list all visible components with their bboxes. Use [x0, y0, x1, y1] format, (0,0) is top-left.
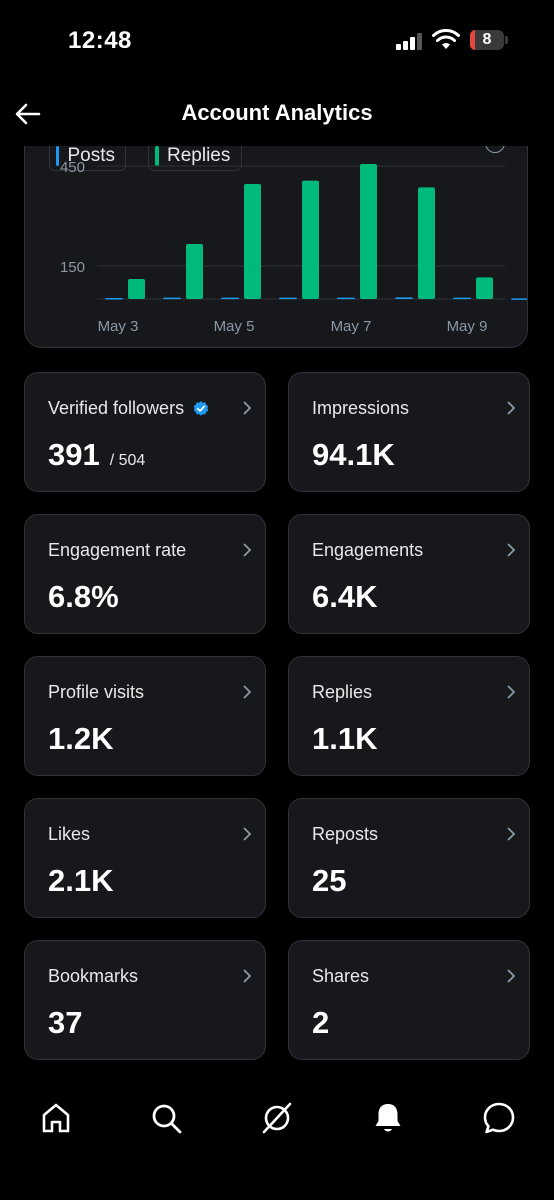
chevron-right-icon: [507, 827, 516, 841]
bar-replies: [186, 244, 203, 299]
bar-replies: [302, 180, 319, 299]
chevron-right-icon: [507, 543, 516, 557]
stat-card-profile-visits[interactable]: Profile visits 1.2K: [24, 656, 266, 776]
battery-level: 8: [482, 31, 492, 48]
stat-value: 94.1K: [312, 437, 395, 472]
stat-card-engagements[interactable]: Engagements 6.4K: [288, 514, 530, 634]
stat-total: / 504: [109, 452, 146, 469]
bar-replies: [244, 184, 261, 299]
status-time: 12:48: [68, 27, 132, 54]
stat-card-impressions[interactable]: Impressions 94.1K: [288, 372, 530, 492]
stat-card-shares[interactable]: Shares 2: [288, 940, 530, 1060]
top-bar: Account Analytics: [0, 80, 554, 146]
x-tick-label: May 9: [447, 318, 488, 335]
bar-posts: [221, 297, 239, 300]
chevron-right-icon: [243, 827, 252, 841]
x-tick-label: May 3: [98, 318, 139, 335]
bar-posts: [163, 297, 181, 300]
stat-card-reposts[interactable]: Reposts 25: [288, 798, 530, 918]
stat-card-bookmarks[interactable]: Bookmarks 37: [24, 940, 266, 1060]
stat-label: Profile visits: [48, 682, 145, 702]
bar-posts: [511, 298, 527, 300]
y-tick-label: 150: [60, 259, 85, 276]
stat-card-likes[interactable]: Likes 2.1K: [24, 798, 266, 918]
bar-posts: [395, 297, 413, 299]
y-tick-label: 450: [60, 159, 85, 176]
stat-value: 6.8%: [48, 579, 119, 614]
stat-label: Likes: [48, 824, 91, 844]
stat-label: Verified followers: [48, 398, 185, 418]
page-title: Account Analytics: [181, 100, 373, 125]
bar-replies: [418, 187, 435, 299]
bottom-nav: [0, 1075, 554, 1200]
stat-value: 391: [48, 437, 100, 472]
grok-icon[interactable]: [259, 1100, 295, 1136]
stat-label: Bookmarks: [48, 966, 139, 986]
stat-value: 2.1K: [48, 863, 114, 898]
chevron-right-icon: [243, 543, 252, 557]
search-icon[interactable]: [148, 1100, 184, 1136]
x-tick-label: May 5: [214, 318, 255, 335]
stat-label: Shares: [312, 966, 370, 986]
stat-card-engagement-rate[interactable]: Engagement rate 6.8%: [24, 514, 266, 634]
notifications-icon[interactable]: [370, 1100, 406, 1136]
x-tick-label: May 7: [331, 318, 372, 335]
stat-value: 6.4K: [312, 579, 378, 614]
stat-value: 37: [48, 1005, 83, 1040]
bar-chart: 450 150 May 3 May 5 May 7 May 9: [60, 159, 527, 335]
chevron-right-icon: [243, 969, 252, 983]
bar-posts: [105, 298, 123, 300]
chevron-right-icon: [507, 401, 516, 415]
stat-value: 2: [312, 1005, 330, 1040]
chevron-right-icon: [507, 685, 516, 699]
bar-replies: [476, 277, 493, 299]
bar-replies: [360, 164, 377, 299]
stat-card-replies[interactable]: Replies 1.1K: [288, 656, 530, 776]
wifi-icon: [432, 29, 460, 49]
cellular-signal-icon: [396, 32, 426, 50]
stat-label-row: Verified followers: [48, 398, 210, 419]
home-icon[interactable]: [38, 1100, 74, 1136]
stat-value-row: 391 / 504: [48, 437, 145, 473]
bar-posts: [337, 297, 355, 300]
stat-label: Engagements: [312, 540, 424, 560]
bar-posts: [279, 297, 297, 300]
stat-card-verified-followers[interactable]: Verified followers 391 / 504: [24, 372, 266, 492]
stat-label: Engagement rate: [48, 540, 187, 560]
stat-value: 1.1K: [312, 721, 378, 756]
bar-replies: [128, 279, 145, 299]
stat-value: 25: [312, 863, 347, 898]
chevron-right-icon: [507, 969, 516, 983]
messages-icon[interactable]: [481, 1100, 517, 1136]
stat-label: Impressions: [312, 398, 410, 418]
status-bar: 12:48 8: [0, 0, 554, 80]
stat-label: Replies: [312, 682, 373, 702]
battery-icon: 8: [470, 30, 504, 50]
chevron-right-icon: [243, 401, 252, 415]
stat-label: Reposts: [312, 824, 379, 844]
chevron-right-icon: [243, 685, 252, 699]
bar-posts: [453, 297, 471, 300]
verified-badge-icon: [193, 400, 209, 416]
battery-cap: [505, 36, 508, 44]
stat-value: 1.2K: [48, 721, 114, 756]
